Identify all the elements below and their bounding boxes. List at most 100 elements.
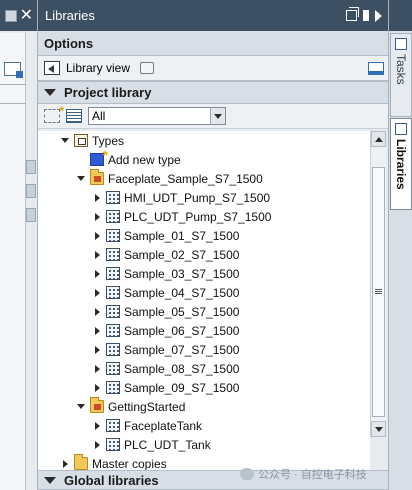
wechat-icon [240,468,254,480]
tree-item[interactable]: Sample_08_S7_1500 [38,359,370,378]
left-panel-divider [0,84,26,85]
tree-item[interactable]: GettingStarted [38,397,370,416]
expand-closed-icon[interactable] [92,193,102,203]
chevron-down-icon[interactable] [44,476,56,484]
expand-closed-icon[interactable] [92,326,102,336]
panel-title: Libraries [45,8,95,23]
expand-closed-icon[interactable] [92,307,102,317]
details-view-icon[interactable] [66,109,82,123]
tab-libraries[interactable]: Libraries [390,118,412,210]
maximize-icon[interactable] [363,10,369,21]
tree-item-label: Sample_02_S7_1500 [124,247,240,262]
project-library-title: Project library [64,85,152,100]
type-icon [106,248,120,261]
scroll-thumb[interactable] [372,167,385,417]
tree-item[interactable]: Add new type [38,147,370,169]
tree-scrollbar[interactable] [370,131,386,437]
tree-item[interactable]: Sample_02_S7_1500 [38,245,370,264]
chevron-down-icon [214,113,222,119]
close-icon[interactable]: ✕ [20,7,33,24]
type-icon [106,191,120,204]
folder-icon [74,454,88,470]
tree-item[interactable]: Sample_06_S7_1500 [38,321,370,340]
tree-item-label: PLC_UDT_Pump_S7_1500 [124,209,272,224]
tree-item[interactable]: Sample_03_S7_1500 [38,264,370,283]
left-panel-strip: ✕ [0,0,38,490]
type-icon [106,419,120,432]
expand-closed-icon[interactable] [60,459,70,469]
chevron-down-icon[interactable] [44,89,56,96]
tree-item[interactable]: Sample_09_S7_1500 [38,378,370,397]
expand-closed-icon[interactable] [92,288,102,298]
scroll-up-icon[interactable] [371,131,386,147]
type-icon [106,286,120,299]
tree-item-label: GettingStarted [108,399,186,414]
tree-item[interactable]: Sample_04_S7_1500 [38,283,370,302]
expand-open-icon[interactable] [60,136,70,146]
tree-item-label: Master copies [92,456,167,471]
tree-item[interactable]: HMI_UDT_Pump_S7_1500 [38,188,370,207]
filter-dropdown-button[interactable] [210,108,225,124]
watermark-text: 公众号 · 自控电子科技 [258,469,367,481]
expand-closed-icon[interactable] [92,250,102,260]
expand-closed-icon[interactable] [92,440,102,450]
tree-item-label: Faceplate_Sample_S7_1500 [108,171,263,186]
expand-closed-icon[interactable] [92,269,102,279]
expand-open-icon[interactable] [76,402,86,412]
library-view-icon[interactable] [44,61,60,75]
tree-item[interactable]: FaceplateTank [38,416,370,435]
left-panel-scroll-mark [26,160,36,174]
new-folder-icon[interactable] [44,104,64,123]
collapse-right-icon[interactable] [375,9,382,22]
tab-tasks-label: Tasks [394,54,408,85]
expand-closed-icon[interactable] [92,231,102,241]
tree-item-label: Sample_03_S7_1500 [124,266,240,281]
options-header[interactable]: Options [38,31,388,56]
tasks-icon [395,38,407,50]
left-panel-tool-icon[interactable] [4,62,23,78]
tree-item[interactable]: PLC_UDT_Pump_S7_1500 [38,207,370,226]
tab-tasks[interactable]: Tasks [390,33,412,117]
scroll-grip-icon [375,289,382,295]
tree-item-label: Sample_09_S7_1500 [124,380,240,395]
types-folder-icon [74,134,88,147]
expand-open-icon[interactable] [76,174,86,184]
project-library-header[interactable]: Project library [38,81,388,104]
tree-item-label: PLC_UDT_Tank [124,437,211,452]
expand-closed-icon[interactable] [92,383,102,393]
tree-item-label: Sample_06_S7_1500 [124,323,240,338]
library-lock-icon[interactable] [140,62,155,74]
library-view-label[interactable]: Library view [66,61,130,75]
type-icon [106,210,120,223]
expand-closed-icon[interactable] [92,421,102,431]
left-panel-content [0,33,26,490]
library-dock-icon[interactable] [368,61,384,75]
libraries-icon [395,123,407,135]
type-folder-icon [90,169,104,185]
tree-item[interactable]: PLC_UDT_Tank [38,435,370,454]
tree-item-label: Sample_05_S7_1500 [124,304,240,319]
side-tab-strip: Tasks Libraries [388,0,412,490]
scroll-down-icon[interactable] [371,421,386,437]
libraries-titlebar: Libraries [38,0,388,31]
library-filter-select[interactable]: All [88,107,226,125]
expand-closed-icon[interactable] [92,345,102,355]
expand-closed-icon[interactable] [92,212,102,222]
options-title: Options [44,35,94,51]
tree-item[interactable]: Sample_05_S7_1500 [38,302,370,321]
float-window-icon[interactable] [346,7,359,21]
add-new-type-icon [90,147,108,166]
tree-item[interactable]: Sample_07_S7_1500 [38,340,370,359]
library-filter-value: All [92,109,106,123]
left-panel-window-button[interactable] [4,9,17,22]
tree-item[interactable]: Types [38,131,370,150]
tree-item-label: HMI_UDT_Pump_S7_1500 [124,190,271,205]
tree-item[interactable]: Faceplate_Sample_S7_1500 [38,169,370,188]
tree-item-label: Add new type [108,152,181,167]
left-panel-divider [0,103,26,104]
type-icon [106,324,120,337]
left-panel-scroll-mark [26,184,36,198]
global-libraries-title: Global libraries [64,472,159,488]
expand-closed-icon[interactable] [92,364,102,374]
tree-item[interactable]: Sample_01_S7_1500 [38,226,370,245]
